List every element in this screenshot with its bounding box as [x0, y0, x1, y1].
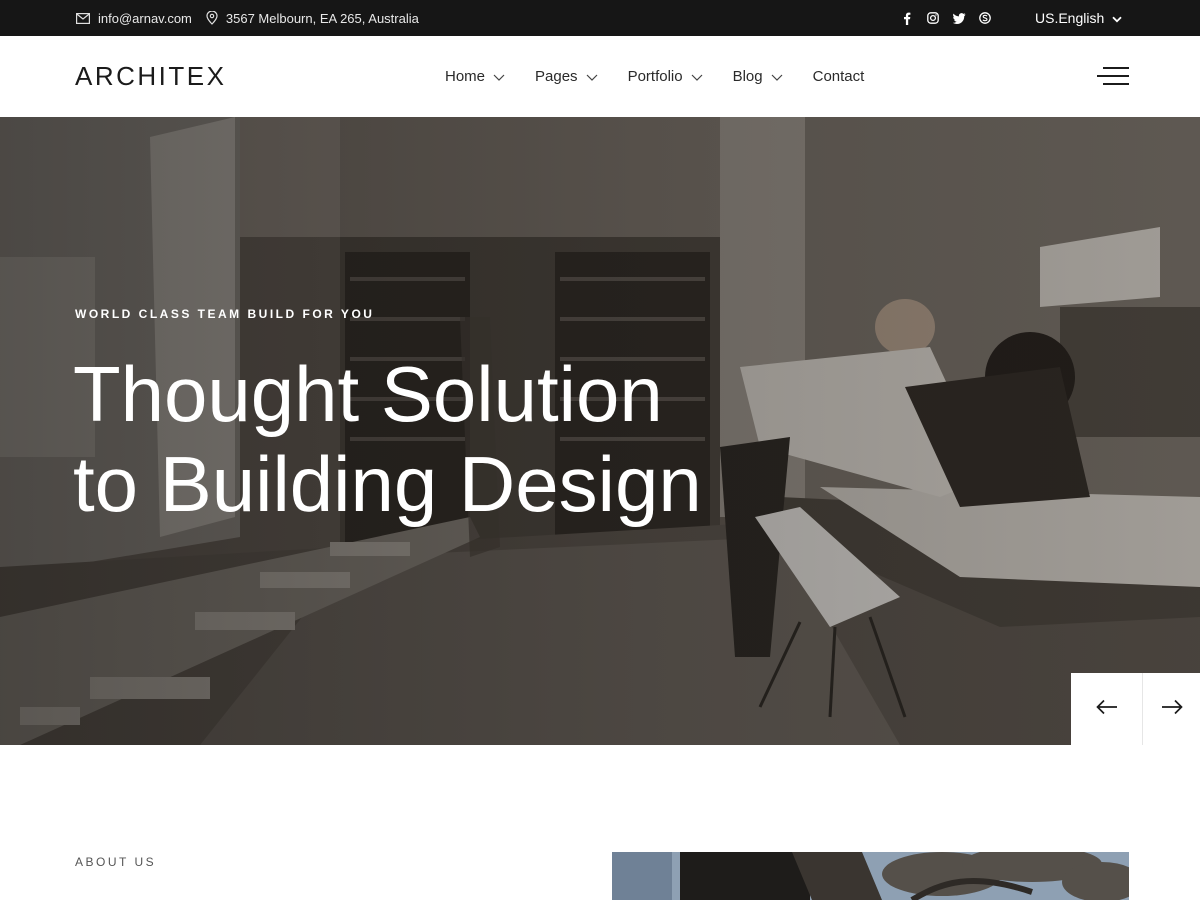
arrow-left-icon — [1095, 699, 1118, 720]
site-logo[interactable]: ARCHITEX — [75, 36, 226, 117]
email-contact[interactable]: info@arnav.com — [76, 11, 192, 26]
hero-eyebrow: WORLD CLASS TEAM BUILD FOR YOU — [75, 307, 375, 321]
skype-icon[interactable] — [978, 11, 992, 25]
twitter-icon[interactable] — [952, 11, 966, 25]
social-links — [900, 0, 992, 36]
nav-item-blog[interactable]: Blog — [733, 68, 783, 85]
menu-line — [1103, 83, 1129, 85]
nav-item-label: Blog — [732, 68, 763, 85]
top-bar: info@arnav.com 3567 Melbourn, EA 265, Au… — [0, 0, 1200, 36]
address-text: 3567 Melbourn, EA 265, Australia — [225, 10, 419, 26]
nav-item-label: Home — [445, 68, 486, 85]
nav-item-label: Pages — [535, 68, 578, 85]
address-contact: 3567 Melbourn, EA 265, Australia — [206, 11, 419, 26]
hero-headline-line1: Thought Solution — [73, 350, 663, 438]
language-label: US.English — [1035, 10, 1105, 26]
hero-slider: WORLD CLASS TEAM BUILD FOR YOU Thought S… — [0, 117, 1200, 745]
chevron-down-icon — [691, 68, 703, 85]
hero-headline: Thought Solution to Building Design — [73, 349, 873, 529]
slider-next-button[interactable] — [1143, 673, 1200, 745]
chevron-down-icon — [586, 68, 598, 85]
nav-item-contact[interactable]: Contact — [813, 68, 865, 85]
language-selector[interactable]: US.English — [1035, 0, 1122, 36]
nav-item-pages[interactable]: Pages — [535, 68, 598, 85]
location-pin-icon — [206, 11, 218, 25]
hero-headline-line2: to Building Design — [73, 440, 702, 528]
chevron-down-icon — [1112, 10, 1122, 26]
chevron-down-icon — [493, 68, 505, 85]
chevron-down-icon — [771, 68, 783, 85]
nav-item-label: Contact — [812, 68, 865, 85]
about-image — [612, 852, 1129, 900]
topbar-contact: info@arnav.com 3567 Melbourn, EA 265, Au… — [76, 0, 423, 36]
main-navigation: Home Pages Portfolio Blog Contact — [445, 36, 864, 117]
hamburger-menu-icon[interactable] — [1097, 65, 1129, 87]
nav-item-home[interactable]: Home — [445, 68, 505, 85]
instagram-icon[interactable] — [926, 11, 940, 25]
slider-prev-button[interactable] — [1071, 673, 1143, 745]
mail-icon — [76, 12, 90, 24]
nav-item-label: Portfolio — [627, 68, 683, 85]
arrow-right-icon — [1161, 699, 1183, 720]
menu-line — [1103, 67, 1129, 69]
about-section-label: ABOUT US — [75, 855, 157, 869]
email-text: info@arnav.com — [98, 10, 192, 26]
menu-line — [1097, 75, 1129, 77]
nav-item-portfolio[interactable]: Portfolio — [628, 68, 703, 85]
main-header: ARCHITEX Home Pages Portfolio Blog Conta… — [0, 36, 1200, 117]
facebook-icon[interactable] — [900, 11, 914, 25]
